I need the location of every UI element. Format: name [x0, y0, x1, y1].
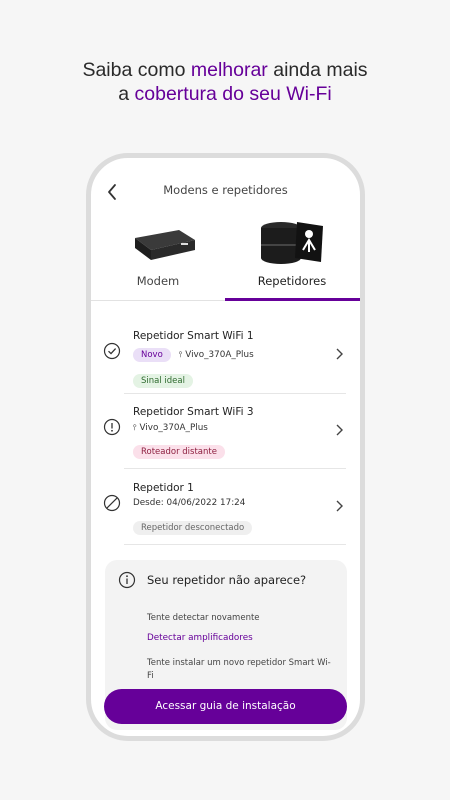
wifi-icon: ⫯ [178, 350, 183, 359]
status-row: Sinal ideal [133, 368, 193, 388]
blocked-circle-icon [103, 494, 121, 512]
installation-guide-button[interactable]: Acessar guia de instalação [104, 689, 347, 724]
divider [124, 468, 346, 469]
app-bar: Modens e repetidores [91, 180, 360, 204]
list-item[interactable]: Repetidor Smart WiFi 3 ⫯ Vivo_370A_Plus … [91, 394, 360, 469]
info-circle-icon [103, 418, 121, 436]
promo-headline: Saiba como melhorar ainda mais a cobertu… [0, 58, 450, 106]
headline-line-1: Saiba como melhorar ainda mais [82, 59, 368, 81]
status-row: Roteador distante [133, 439, 225, 459]
list-item[interactable]: Repetidor Smart WiFi 1 Novo ⫯ Vivo_370A_… [91, 318, 360, 393]
help-text-retry: Tente detectar novamente [147, 613, 260, 623]
headline-line-2: a cobertura do seu Wi-Fi [118, 83, 332, 105]
tab-modem-label: Modem [136, 274, 180, 288]
divider [124, 544, 346, 545]
tab-repetidores[interactable]: Repetidores [225, 216, 359, 300]
tab-modem[interactable]: Modem [91, 216, 225, 300]
new-badge: Novo [133, 348, 171, 362]
network-name: Vivo_370A_Plus [139, 423, 208, 433]
phone-frame: Modens e repetidores Modem Repetidores R… [86, 153, 365, 741]
info-circle-icon [118, 571, 136, 589]
page-title: Modens e repetidores [163, 183, 288, 197]
repeater-device-icon [261, 222, 323, 264]
modem-device-icon [135, 230, 195, 260]
app-screen: Modens e repetidores Modem Repetidores R… [91, 158, 360, 736]
device-tabs: Modem Repetidores [91, 216, 360, 300]
status-badge: Sinal ideal [133, 374, 193, 388]
tab-repetidores-label: Repetidores [257, 274, 327, 288]
wifi-icon: ⫯ [133, 423, 137, 432]
status-badge: Repetidor desconectado [133, 521, 253, 535]
check-circle-icon [103, 342, 121, 360]
detect-amplifiers-link[interactable]: Detectar amplificadores [147, 633, 253, 643]
chevron-right-icon [336, 348, 343, 360]
chevron-right-icon [336, 424, 343, 436]
device-details: Novo ⫯ Vivo_370A_Plus [133, 348, 254, 362]
list-item[interactable]: Repetidor 1 Desde: 04/06/2022 17:24 Repe… [91, 470, 360, 545]
status-badge: Roteador distante [133, 445, 225, 459]
active-tab-indicator [225, 298, 360, 301]
help-title: Seu repetidor não aparece? [147, 573, 307, 587]
device-details: ⫯ Vivo_370A_Plus [133, 423, 208, 433]
network-name: Vivo_370A_Plus [185, 350, 254, 360]
status-row: Repetidor desconectado [133, 515, 253, 535]
device-name: Repetidor Smart WiFi 3 [133, 406, 254, 418]
device-name: Repetidor Smart WiFi 1 [133, 330, 254, 342]
chevron-right-icon [336, 500, 343, 512]
device-name: Repetidor 1 [133, 482, 194, 494]
device-since: Desde: 04/06/2022 17:24 [133, 498, 246, 508]
help-text-install: Tente instalar um novo repetidor Smart W… [147, 658, 331, 681]
